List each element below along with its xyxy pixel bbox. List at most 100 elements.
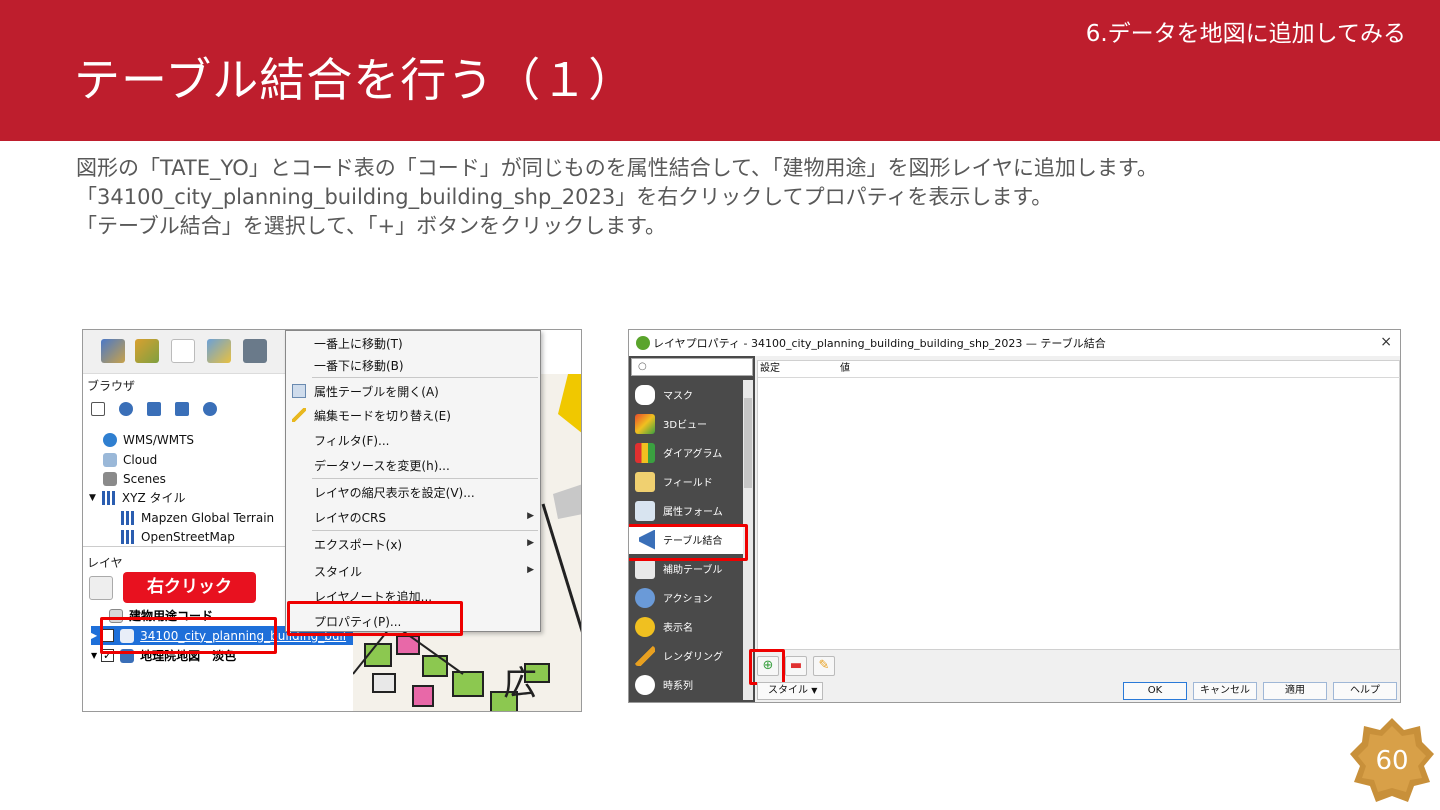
layer-properties-dialog-screenshot: レイヤプロパティ - 34100_city_planning_building_… xyxy=(628,329,1401,703)
attribute-form-icon xyxy=(635,500,655,521)
action-icon xyxy=(635,587,655,608)
chevron-down-icon: ▼ xyxy=(811,686,818,695)
fields-icon xyxy=(635,471,655,492)
highlight-joins-box xyxy=(629,524,748,561)
abc-mask-icon xyxy=(635,384,655,405)
filter-icon[interactable] xyxy=(147,402,161,416)
dialog-title: レイヤプロパティ - 34100_city_planning_building_… xyxy=(653,337,1106,350)
display-name-icon xyxy=(635,616,655,637)
body-line: 「テーブル結合」を選択して、「+」ボタンをクリックします。 xyxy=(76,214,667,238)
edit-pencil-icon[interactable] xyxy=(207,339,231,363)
tile-grid-icon xyxy=(121,510,135,525)
menu-toggle-editing[interactable]: 編集モードを切り替え(E) xyxy=(286,403,540,427)
sidebar-item-diagram[interactable]: ダイアグラム xyxy=(629,438,745,467)
edit-join-button[interactable]: ✎ xyxy=(813,656,835,676)
pencil-icon xyxy=(292,408,306,422)
highlight-add-button-box xyxy=(749,649,785,685)
remove-join-button[interactable]: ▬ xyxy=(785,656,807,676)
menu-style[interactable]: スタイル ▶ xyxy=(286,559,540,583)
highlight-properties-box xyxy=(287,601,463,636)
qgis-toolbar xyxy=(83,330,288,374)
tree-item-osm[interactable]: OpenStreetMap xyxy=(121,527,235,546)
column-header-value: 値 xyxy=(840,363,850,374)
tree-item-mapzen[interactable]: Mapzen Global Terrain xyxy=(121,508,274,527)
apply-button[interactable]: 適用 xyxy=(1263,682,1327,700)
body-text: 図形の「TATE_YO」とコード表の「コード」が同じものを属性結合して、「建物用… xyxy=(76,154,1158,241)
xyz-tiles-icon xyxy=(101,490,116,505)
slide: 6.データを地図に追加してみる テーブル結合を行う（１） 図形の「TATE_YO… xyxy=(0,0,1440,810)
submenu-arrow-icon: ▶ xyxy=(527,565,534,575)
globe-icon xyxy=(103,432,117,447)
header-band: 6.データを地図に追加してみる テーブル結合を行う（１） xyxy=(0,0,1440,141)
menu-export[interactable]: エクスポート(x) ▶ xyxy=(286,532,540,556)
browser-panel-title: ブラウザ xyxy=(87,379,136,393)
search-input[interactable]: ○ xyxy=(631,358,753,376)
menu-separator xyxy=(312,530,538,531)
refresh-icon[interactable] xyxy=(119,402,133,416)
table-icon xyxy=(292,384,306,398)
expand-arrow-icon[interactable]: ▶ xyxy=(91,631,97,640)
sidebar-item-3d-view[interactable]: 3Dビュー xyxy=(629,409,745,438)
collapse-icon[interactable] xyxy=(175,402,189,416)
tree-item-wms[interactable]: WMS/WMTS xyxy=(103,430,194,449)
highlight-layer-box xyxy=(100,617,277,654)
search-icon: ○ xyxy=(638,361,647,372)
sidebar-item-rendering[interactable]: レンダリング xyxy=(629,641,745,670)
header-divider xyxy=(758,377,1400,378)
add-layer-icon[interactable] xyxy=(101,339,125,363)
menu-open-attribute-table[interactable]: 属性テーブルを開く(A) xyxy=(286,379,540,403)
page-number-badge: 60 xyxy=(1350,716,1434,806)
slide-title: テーブル結合を行う（１） xyxy=(74,53,636,107)
dialog-titlebar: レイヤプロパティ - 34100_city_planning_building_… xyxy=(629,330,1400,356)
info-icon[interactable] xyxy=(203,402,217,416)
joins-table[interactable]: 設定 値 xyxy=(757,360,1400,650)
body-line: 図形の「TATE_YO」とコード表の「コード」が同じものを属性結合して、「建物用… xyxy=(76,156,1158,180)
sidebar-item-actions[interactable]: アクション xyxy=(629,583,745,612)
menu-separator xyxy=(312,478,538,479)
page-number: 60 xyxy=(1375,746,1409,776)
style-brush-icon[interactable] xyxy=(89,576,113,600)
sidebar-item-temporal[interactable]: 時系列 xyxy=(629,670,745,699)
layers-panel-title: レイヤ xyxy=(87,556,123,570)
browser-tools xyxy=(91,402,291,422)
menu-scale-visibility[interactable]: レイヤの縮尺表示を設定(V)... xyxy=(286,480,540,504)
qgis-context-menu-screenshot: ブラウザ WMS/WMTS Cloud Scenes ▼ XYZ タイル Map… xyxy=(82,329,582,712)
menu-separator xyxy=(312,377,538,378)
menu-layer-crs[interactable]: レイヤのCRS ▶ xyxy=(286,505,540,529)
tree-item-xyz[interactable]: ▼ XYZ タイル xyxy=(89,488,186,507)
sidebar-item-fields[interactable]: フィールド xyxy=(629,467,745,496)
digitize-icon[interactable] xyxy=(171,339,195,363)
temporal-icon xyxy=(635,674,655,695)
column-header-setting: 設定 xyxy=(760,363,780,374)
style-dropdown[interactable]: スタイル ▼ xyxy=(757,682,823,700)
sidebar-item-display[interactable]: 表示名 xyxy=(629,612,745,641)
close-icon[interactable]: × xyxy=(1380,334,1392,350)
menu-move-bottom[interactable]: 一番下に移動(B) xyxy=(286,353,540,377)
expand-arrow-icon[interactable]: ▼ xyxy=(89,493,96,503)
virtual-layer-icon[interactable] xyxy=(243,339,267,363)
auxiliary-table-icon xyxy=(635,558,655,579)
menu-filter[interactable]: フィルタ(F)... xyxy=(286,428,540,452)
scrollbar-thumb[interactable] xyxy=(744,398,752,488)
panel-divider xyxy=(83,546,288,547)
expand-arrow-icon[interactable]: ▼ xyxy=(91,651,97,660)
menu-move-top[interactable]: 一番上に移動(T) xyxy=(286,331,540,355)
sidebar-item-mask[interactable]: マスク xyxy=(629,380,745,409)
ok-button[interactable]: OK xyxy=(1123,682,1187,700)
map-label: 広 xyxy=(503,664,537,704)
sidebar-item-attribute-form[interactable]: 属性フォーム xyxy=(629,496,745,525)
section-label: 6.データを地図に追加してみる xyxy=(1085,21,1406,47)
right-click-callout: 右クリック xyxy=(123,572,256,603)
add-selected-icon[interactable] xyxy=(91,402,105,416)
submenu-arrow-icon: ▶ xyxy=(527,538,534,548)
qgis-logo-icon xyxy=(636,336,650,350)
menu-change-datasource[interactable]: データソースを変更(h)... xyxy=(286,453,540,477)
layer-context-menu: 一番上に移動(T) 一番下に移動(B) 属性テーブルを開く(A) 編集モードを切… xyxy=(285,330,541,632)
add-vector-icon[interactable] xyxy=(135,339,159,363)
help-button[interactable]: ヘルプ xyxy=(1333,682,1397,700)
tree-item-cloud[interactable]: Cloud xyxy=(103,450,157,469)
diagram-icon xyxy=(635,442,655,463)
tree-item-scenes[interactable]: Scenes xyxy=(103,469,166,488)
body-line: 「34100_city_planning_building_building_s… xyxy=(76,185,1053,209)
cancel-button[interactable]: キャンセル xyxy=(1193,682,1257,700)
